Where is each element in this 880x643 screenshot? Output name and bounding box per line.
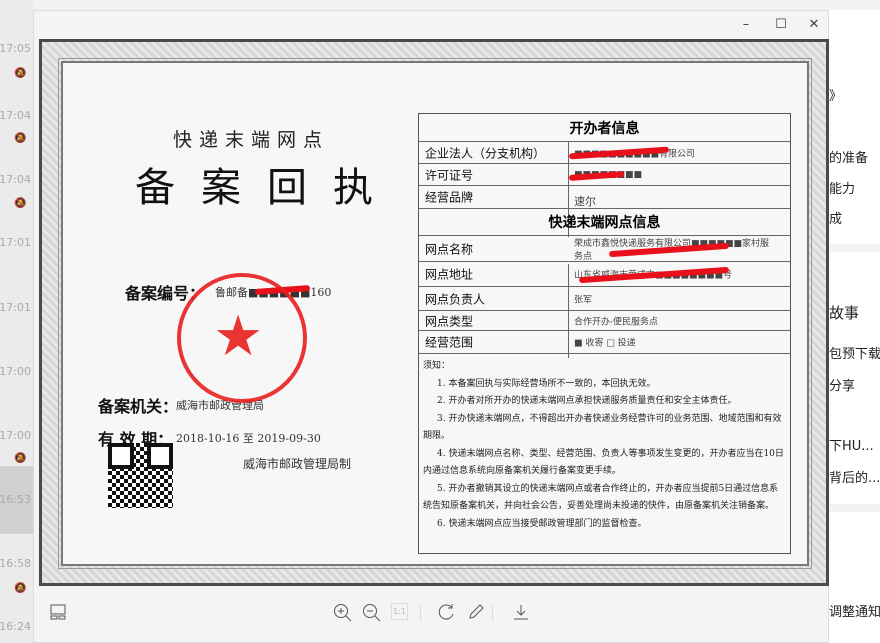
chat-time: 17:04 [0,173,31,186]
snippet[interactable]: 背后的... [829,467,880,486]
mute-icon: 🔕 [14,68,27,79]
divider [829,244,880,252]
chat-time: 17:04 [0,109,31,122]
table-row: 网点负责人 张军 [419,287,790,311]
chat-time: 17:01 [0,236,31,249]
mute-icon: 🔕 [14,583,27,594]
snippet[interactable]: 下HU... [829,435,874,454]
table-row: 网点类型 合作开办-便民服务点 [419,311,790,331]
authority-label: 备案机关： [98,397,179,416]
chat-header-strip [33,0,880,10]
chat-time: 17:05 [0,42,31,55]
table-row: 企业法人（分支机构）■■■■■■■■■■有限公司 [419,142,790,164]
note-item: 3. 开办快递末端网点，不得超出开办者快递业务经营许可的业务范围、地域范围和有效… [423,413,782,442]
image-viewer-window: – ☐ ✕ 快递末端网点 备案回执 备案编号： 鲁邮备■■■■■■160 备案机… [33,10,829,643]
minimize-button[interactable]: – [736,15,756,35]
certificate-image: 快递末端网点 备案回执 备案编号： 鲁邮备■■■■■■160 备案机关： 威海市… [42,42,826,583]
thumbnails-icon[interactable] [48,603,68,623]
note-item: 5. 开办者撤销其设立的快递末端网点或者合作终止的，开办者应当提前5日通过信息系… [423,483,779,512]
table-row: 网点名称 荣成市鑫悦快递服务有限公司■■■■■■家村服务点 [419,236,790,262]
row-label: 经营范围 [425,335,474,350]
section-title: 快递末端网点信息 [548,215,661,231]
divider [420,604,421,621]
row-label: 网点类型 [425,314,474,328]
note-item: 6. 快递末端网点应当接受邮政管理部门的监督检查。 [437,518,647,529]
row-label: 许可证号 [425,168,474,182]
table-row: 经营范围 ■ 收寄 □ 投递 [419,331,790,354]
row-value: 速尔 [574,195,596,208]
chat-time: 17:01 [0,301,31,314]
zoom-in-icon[interactable] [333,603,353,623]
star-icon: ★ [213,304,264,369]
rotate-icon[interactable] [437,603,457,623]
chat-time: 16:24 [0,620,31,633]
notes-title: 须知： [423,361,451,371]
snippet[interactable]: 的准备 [829,147,868,166]
info-table: 开办者信息 企业法人（分支机构）■■■■■■■■■■有限公司 许可证号■■■■■… [418,113,791,554]
image-canvas[interactable]: 快递末端网点 备案回执 备案编号： 鲁邮备■■■■■■160 备案机关： 威海市… [39,39,829,586]
row-label: 网点名称 [425,242,474,256]
certificate-subtitle: 快递末端网点 [173,129,330,151]
snippet[interactable]: 分享 [829,375,855,394]
chat-time: 16:58 [0,557,31,570]
table-row: 网点地址山东省威海市荣成市■■■■■■■■号 [419,262,790,287]
qr-code [108,443,173,508]
chat-list: 17:05 🔕 17:04 🔕 17:04 🔕 17:01 17:01 17:0… [0,0,33,643]
snippet[interactable]: 调整通知 [829,601,880,620]
note-item: 4. 快递末端网点名称、类型、经营范围、负责人等事项发生变更的，开办者应当在10… [423,448,784,477]
validity-value: 2018-10-16 至 2019-09-30 [176,432,321,445]
mute-icon: 🔕 [14,198,27,209]
divider [492,604,493,621]
row-label: 企业法人（分支机构） [425,146,546,160]
close-button[interactable]: ✕ [804,15,824,35]
row-label: 网点地址 [425,267,474,282]
snippet[interactable]: 》 [829,85,842,104]
issuer-text: 威海市邮政管理局制 [243,457,352,471]
chat-time: 17:00 [0,429,31,442]
snippet[interactable]: 包预下载 [829,343,880,362]
notes-section: 须知： 1. 本备案回执与实际经营场所不一致的，本回执无效。 2. 开办者对所开… [423,358,786,533]
chat-time: 17:00 [0,365,31,378]
row-value: ■ 收寄 □ 投递 [574,338,636,349]
table-row: 经营品牌 速尔 [419,186,790,209]
row-value: 合作开办-便民服务点 [574,317,659,327]
table-row: 许可证号■■■■■■■■ [419,164,790,186]
title-bar: – ☐ ✕ [34,11,828,39]
snippet[interactable]: 成 [829,208,842,227]
snippet[interactable]: 故事 [829,302,859,323]
zoom-out-icon[interactable] [362,603,382,623]
section-title: 开办者信息 [569,120,640,137]
note-item: 2. 开办者对所开办的快递末端网点承担快递服务质量责任和安全主体责任。 [437,396,737,406]
section-header: 开办者信息 [419,114,790,142]
download-icon[interactable] [511,603,531,623]
maximize-button[interactable]: ☐ [771,15,791,35]
right-panel: 》 的准备 能力 成 故事 包预下载 分享 下HU... 背后的... 调整通知 [829,10,880,643]
edit-pencil-icon[interactable] [466,603,486,623]
official-seal: ★ [177,273,307,403]
row-value: 张军 [574,295,593,305]
mute-icon: 🔕 [14,453,27,464]
snippet[interactable]: 能力 [829,178,855,197]
row-label: 经营品牌 [425,190,474,205]
viewer-toolbar: 1:1 [34,584,828,642]
certificate-body: 快递末端网点 备案回执 备案编号： 鲁邮备■■■■■■160 备案机关： 威海市… [58,58,812,569]
certificate-title: 备案回执 [135,165,399,211]
note-item: 1. 本备案回执与实际经营场所不一致的，本回执无效。 [437,378,656,389]
divider [829,504,880,512]
mute-icon: 🔕 [14,133,27,144]
actual-size-button[interactable]: 1:1 [391,603,408,620]
chat-time: 16:53 [0,493,31,506]
section-header: 快递末端网点信息 [419,209,790,236]
row-label: 网点负责人 [425,292,486,306]
